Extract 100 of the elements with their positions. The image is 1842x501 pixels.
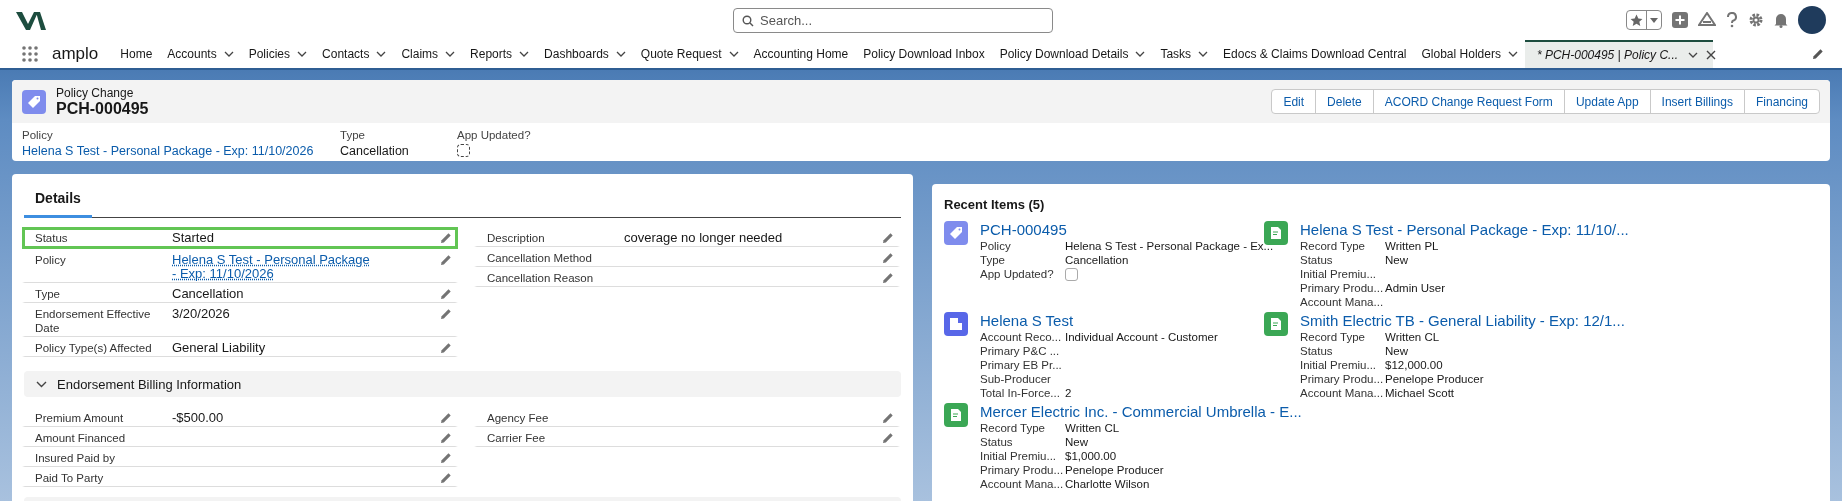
pencil-icon[interactable] [440,232,452,244]
chevron-down-icon[interactable] [1507,51,1518,57]
pencil-icon[interactable] [440,288,452,300]
policy-link[interactable]: Helena S Test - Personal Package - Exp: 11/10/2026 [22,144,314,158]
action-button[interactable]: Financing [1743,89,1820,114]
field-label: Policy [35,253,67,267]
record-tab[interactable]: * PCH-000495 | Policy C... [1524,40,1713,68]
field-label: Total In-Force... [980,386,1061,400]
pencil-icon[interactable] [440,452,452,464]
nav-tab[interactable]: Reports [462,40,537,68]
record-link[interactable]: PCH-000495 [980,221,1067,238]
pencil-icon[interactable] [440,308,452,320]
pencil-icon[interactable] [882,432,894,444]
chevron-down-icon[interactable] [376,51,387,57]
details-tab[interactable]: Details [24,182,92,218]
nav-tab[interactable]: Policy Download Inbox [855,40,992,68]
field-label: Account Reco... [980,330,1063,344]
nav-tab[interactable]: Accounting Home [745,40,856,68]
section-header[interactable]: Endorsement Billing Information [24,371,901,397]
field-label: Endorsement Effective Date [35,307,152,335]
help-icon[interactable] [1726,12,1738,28]
pencil-icon[interactable] [882,252,894,264]
checkbox[interactable] [1065,268,1078,281]
nav-tab[interactable]: Contacts [314,40,394,68]
chevron-down-icon[interactable] [223,51,234,57]
pencil-icon[interactable] [440,254,452,266]
plus-icon[interactable] [1672,12,1688,28]
pencil-icon[interactable] [1812,48,1824,60]
record-link[interactable]: Helena S Test [980,312,1074,329]
action-button[interactable]: Delete [1315,89,1374,114]
favorites-button[interactable] [1626,10,1662,30]
close-icon[interactable] [1706,50,1717,60]
field-value: Charlotte Wilson [1065,477,1150,491]
settings-icon[interactable] [1748,12,1764,28]
record-link[interactable]: Mercer Electric Inc. - Commercial Umbrella - E... [980,403,1302,420]
field-label: Type [980,253,1006,267]
field-value: Written CL [1065,421,1120,435]
pencil-icon[interactable] [440,412,452,424]
field-label: Record Type [1300,239,1366,253]
pencil-icon[interactable] [882,412,894,424]
nav-tab[interactable]: Claims [393,40,463,68]
field-value: Helena S Test - Personal Package - Ex... [1065,239,1274,253]
chevron-down-icon [36,381,47,388]
action-button[interactable]: ACORD Change Request Form [1372,89,1565,114]
policy-link[interactable]: Helena S Test - Personal Package - Exp: 11/10/2026 [172,253,372,281]
action-button[interactable]: Insert Billings [1649,89,1745,114]
logo-icon[interactable] [16,10,46,30]
nav-tab[interactable]: Quote Request [632,40,746,68]
chevron-down-icon[interactable] [615,51,626,57]
field-label: Account Mana... [1300,295,1385,309]
field-label: App Updated? [457,129,532,141]
avatar[interactable] [1798,6,1826,34]
bell-icon[interactable] [1774,12,1788,28]
nav-tab[interactable]: Tasks [1152,40,1216,68]
field-label: Status [980,435,1014,449]
document-icon [1269,317,1283,331]
field-label: Sub-Producer [980,372,1052,386]
chevron-down-icon[interactable] [445,51,456,57]
card-title: Recent Items (5) [944,197,1045,212]
chevron-down-icon[interactable] [728,51,739,57]
field-label: Carrier Fee [487,431,547,445]
chevron-down-icon[interactable] [297,51,308,57]
building-icon [949,317,963,331]
search-icon [742,15,754,27]
nav-tab[interactable]: Global Holders [1413,40,1525,68]
field-label: Status [1300,344,1334,358]
nav-tab[interactable]: Policies [240,40,315,68]
nav-tab[interactable]: Policy Download Details [991,40,1153,68]
field-value: Individual Account - Customer [1065,330,1218,344]
nav-tab[interactable]: Edocs & Claims Download Central [1215,40,1414,68]
pencil-icon[interactable] [882,232,894,244]
chevron-down-icon[interactable] [1135,51,1146,57]
tag-icon [27,94,41,109]
caret-down-icon [1650,17,1658,23]
field-value: Started [172,230,214,245]
nav-tab[interactable]: Home [112,40,160,68]
chevron-down-icon[interactable] [1688,52,1699,58]
pencil-icon[interactable] [882,272,894,284]
pencil-icon[interactable] [440,432,452,444]
chevron-down-icon[interactable] [1198,51,1209,57]
chevron-down-icon[interactable] [519,51,530,57]
field-value: Cancellation [340,144,409,158]
search-field[interactable]: Search... [733,8,1053,33]
action-button[interactable]: Edit [1271,89,1317,114]
action-button[interactable]: Update App [1563,89,1651,114]
record-link[interactable]: Helena S Test - Personal Package - Exp: 11/10/... [1300,221,1629,238]
record-link[interactable]: Smith Electric TB - General Liability - Exp: 12/1... [1300,312,1625,329]
field-value: Cancellation [172,286,244,301]
pencil-icon[interactable] [440,342,452,354]
app-launcher-icon[interactable] [22,46,38,62]
app-name: amplo [52,44,99,64]
pencil-icon[interactable] [440,472,452,484]
field-label: Policy Type(s) Affected [35,341,153,355]
field-label: Primary Produ... [1300,281,1385,295]
field-label: Insured Paid by [35,451,116,465]
field-value: Penelope Producer [1065,463,1164,477]
nav-tab[interactable]: Dashboards [536,40,633,68]
field-value: Michael Scott [1385,386,1455,400]
field-label: Primary EB Pr... [980,358,1063,372]
nav-tab[interactable]: Accounts [159,40,241,68]
